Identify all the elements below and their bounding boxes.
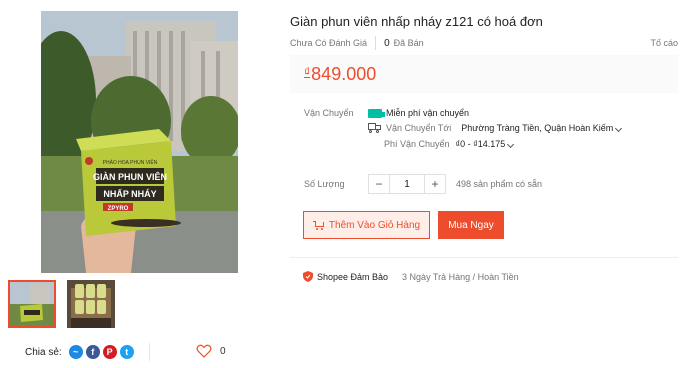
thumbnail-1[interactable]: [8, 280, 56, 328]
product-price: ₫849.000: [304, 64, 376, 85]
ship-to-row: Vận Chuyển Tới Phường Tràng Tiền, Quận H…: [368, 123, 623, 133]
pinterest-icon[interactable]: P: [102, 345, 117, 359]
price-currency: ₫: [304, 64, 311, 79]
report-link[interactable]: Tố cáo: [650, 38, 678, 48]
twitter-icon[interactable]: t: [119, 345, 134, 359]
thumbnail-2-image: [67, 280, 115, 328]
buy-now-button[interactable]: Mua Ngay: [438, 211, 504, 239]
ship-to-label: Vận Chuyển Tới: [386, 123, 452, 133]
share-bar: Chia sẻ: ~ f P t: [25, 345, 134, 359]
thumbnail-2[interactable]: [67, 280, 115, 328]
ship-address-select[interactable]: Phường Tràng Tiền, Quận Hoàn Kiếm: [461, 123, 623, 133]
quantity-row: Số Lượng − 1 + 498 sản phẩm có sẵn: [304, 174, 542, 194]
truck-icon: [368, 123, 381, 133]
add-to-cart-label: Thêm Vào Giỏ Hàng: [328, 219, 421, 231]
cart-icon: [312, 220, 324, 230]
ship-address: Phường Tràng Tiền, Quận Hoàn Kiếm: [461, 123, 614, 133]
messenger-icon[interactable]: ~: [68, 345, 83, 359]
stock-count: 498 sản phẩm có sẵn: [456, 179, 543, 189]
product-title: Giàn phun viên nhấp nháy z121 có hoá đơn: [290, 14, 543, 29]
chevron-down-icon: [507, 140, 515, 149]
product-main-image[interactable]: PHÁO HOA PHUN VIÊN GIÀN PHUN VIÊN NHẤP N…: [41, 11, 238, 273]
guarantee-desc: 3 Ngày Trả Hàng / Hoàn Tiền: [402, 271, 519, 282]
shipping-fee-value: ₫0 - ₫14.175: [455, 139, 506, 149]
box-line1-text: GIÀN PHUN VIÊN: [93, 171, 167, 182]
shipping-fee-select[interactable]: ₫0 - ₫14.175: [455, 139, 515, 149]
free-shipping-label: Miễn phí vận chuyển: [386, 108, 470, 118]
favorite-count: 0: [220, 345, 226, 357]
quantity-increase-button[interactable]: +: [425, 175, 445, 193]
product-photo: PHÁO HOA PHUN VIÊN GIÀN PHUN VIÊN NHẤP N…: [41, 11, 238, 273]
thumbnail-1-image: [10, 282, 54, 326]
shipping-label: Vận Chuyển: [304, 108, 354, 118]
quantity-stepper: − 1 +: [368, 174, 446, 194]
price-value: 849.000: [311, 63, 377, 84]
guarantee-title: Shopee Đảm Bảo: [317, 271, 389, 282]
add-to-cart-button[interactable]: Thêm Vào Giỏ Hàng: [303, 211, 430, 239]
sold-count: 0: [384, 37, 390, 49]
quantity-input[interactable]: 1: [389, 175, 425, 193]
favorite-button[interactable]: 0: [196, 344, 226, 358]
quantity-label: Số Lượng: [304, 179, 345, 189]
quantity-decrease-button[interactable]: −: [369, 175, 389, 193]
shield-icon: [303, 271, 313, 282]
shopee-guarantee[interactable]: Shopee Đảm Bảo 3 Ngày Trả Hàng / Hoàn Ti…: [303, 271, 519, 282]
price-box: ₫849.000: [290, 55, 678, 93]
sold-label: Đã Bán: [393, 38, 424, 48]
shipping-fee-label: Phí Vận Chuyển: [384, 139, 450, 149]
box-brand-text: ZPYRO: [108, 206, 129, 212]
box-small-text: PHÁO HOA PHUN VIÊN: [103, 158, 158, 166]
rating-text[interactable]: Chưa Có Đánh Giá: [290, 38, 367, 48]
share-divider: [149, 343, 150, 361]
rating-row: Chưa Có Đánh Giá 0 Đã Bán Tố cáo: [290, 36, 678, 50]
free-shipping: Miễn phí vận chuyển: [368, 108, 469, 118]
free-shipping-icon: [368, 108, 385, 118]
section-divider: [290, 257, 678, 258]
chevron-down-icon: [615, 124, 623, 133]
box-line2-text: NHẤP NHÁY: [103, 189, 156, 199]
rating-separator: [375, 36, 377, 50]
share-label: Chia sẻ:: [25, 346, 62, 358]
facebook-icon[interactable]: f: [85, 345, 100, 359]
shipping-fee-row: Phí Vận Chuyển ₫0 - ₫14.175: [384, 139, 515, 149]
heart-icon: [196, 344, 212, 358]
